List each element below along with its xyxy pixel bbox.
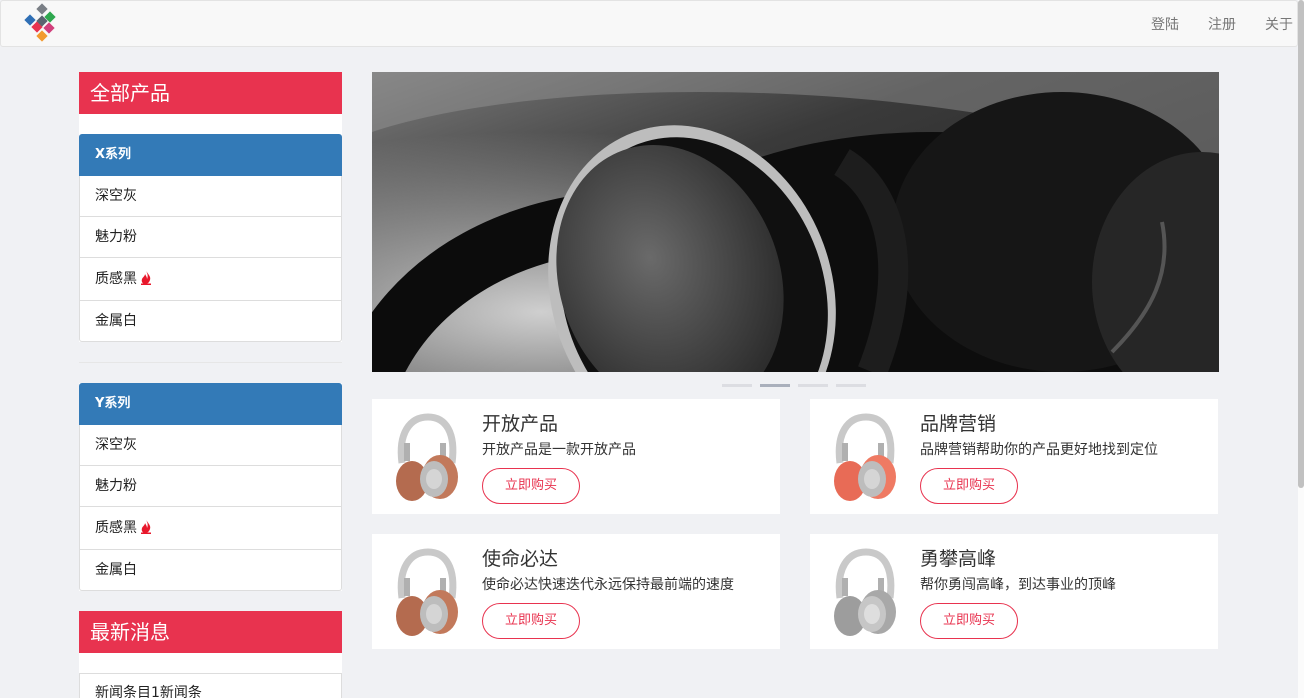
all-products-heading: 全部产品 [79, 72, 342, 114]
product-title: 使命必达 [482, 548, 559, 570]
scrollbar-thumb[interactable] [1298, 0, 1304, 488]
buy-now-button[interactable]: 立即购买 [482, 468, 580, 504]
sidebar-item-x-white[interactable]: 金属白 [79, 301, 342, 342]
headphones-coral-icon [834, 413, 896, 501]
group-divider [79, 342, 342, 383]
sidebar-item-y-gray[interactable]: 深空灰 [79, 425, 342, 466]
group-title-x[interactable]: X系列 [79, 134, 342, 176]
headphones-brown-icon [396, 548, 458, 636]
carousel-indicator[interactable] [722, 384, 752, 387]
register-link[interactable]: 注册 [1208, 14, 1236, 34]
buy-now-button[interactable]: 立即购买 [482, 603, 580, 639]
product-card: 开放产品 开放产品是一款开放产品 立即购买 [372, 399, 780, 514]
sidebar-item-label: 魅力粉 [95, 478, 137, 494]
buy-now-button[interactable]: 立即购买 [920, 468, 1018, 504]
sidebar-spacer [79, 653, 342, 673]
carousel-indicator[interactable] [836, 384, 866, 387]
sidebar-spacer [79, 591, 342, 611]
sidebar-item-y-white[interactable]: 金属白 [79, 550, 342, 591]
product-desc: 品牌营销帮助你的产品更好地找到定位 [920, 442, 1158, 458]
sidebar-item-label: 深空灰 [95, 188, 137, 204]
headphones-photo [372, 72, 1219, 372]
product-title: 勇攀高峰 [920, 548, 997, 570]
sidebar-item-label: 深空灰 [95, 437, 137, 453]
carousel-indicator[interactable] [798, 384, 828, 387]
sidebar-item-x-gray[interactable]: 深空灰 [79, 176, 342, 217]
headphones-gray-icon [834, 548, 896, 636]
product-desc: 帮你勇闯高峰，到达事业的顶峰 [920, 577, 1116, 593]
sidebar-item-x-black[interactable]: 质感黑 [79, 258, 342, 301]
sidebar-item-label: 质感黑 [95, 271, 137, 287]
buy-now-button[interactable]: 立即购买 [920, 603, 1018, 639]
sidebar-item-label: 魅力粉 [95, 229, 137, 245]
product-group-y: Y系列 深空灰 魅力粉 质感黑 金属白 [79, 383, 342, 591]
logo-icon[interactable] [21, 3, 63, 43]
top-navbar: 登陆 注册 关于 [0, 0, 1298, 47]
carousel-banner[interactable] [372, 72, 1219, 372]
sidebar-item-label: 金属白 [95, 562, 137, 578]
sidebar-spacer [79, 114, 342, 134]
product-card: 勇攀高峰 帮你勇闯高峰，到达事业的顶峰 立即购买 [810, 534, 1218, 649]
about-link[interactable]: 关于 [1265, 14, 1293, 34]
sidebar: 全部产品 X系列 深空灰 魅力粉 质感黑 金属白 Y系列 深空灰 魅力粉 质感黑… [79, 72, 342, 698]
carousel-indicator-active[interactable] [760, 384, 790, 387]
news-item[interactable]: 新闻条目1新闻条 [79, 673, 342, 698]
carousel-indicators [722, 384, 874, 387]
headphones-brown-icon [396, 413, 458, 501]
login-link[interactable]: 登陆 [1151, 14, 1179, 34]
product-desc: 开放产品是一款开放产品 [482, 442, 636, 458]
product-card: 使命必达 使命必达快速迭代永远保持最前端的速度 立即购买 [372, 534, 780, 649]
product-title: 品牌营销 [920, 413, 997, 435]
page-scrollbar[interactable] [1298, 0, 1304, 698]
sidebar-item-y-black[interactable]: 质感黑 [79, 507, 342, 550]
hot-fire-icon [141, 520, 151, 534]
sidebar-item-label: 质感黑 [95, 520, 137, 536]
sidebar-item-x-pink[interactable]: 魅力粉 [79, 217, 342, 258]
sidebar-item-label: 金属白 [95, 313, 137, 329]
product-title: 开放产品 [482, 413, 559, 435]
top-nav-links: 登陆 注册 关于 [1122, 1, 1293, 46]
product-desc: 使命必达快速迭代永远保持最前端的速度 [482, 577, 734, 593]
news-heading: 最新消息 [79, 611, 342, 653]
product-card: 品牌营销 品牌营销帮助你的产品更好地找到定位 立即购买 [810, 399, 1218, 514]
hot-fire-icon [141, 271, 151, 285]
group-title-y[interactable]: Y系列 [79, 383, 342, 425]
sidebar-item-y-pink[interactable]: 魅力粉 [79, 466, 342, 507]
product-group-x: X系列 深空灰 魅力粉 质感黑 金属白 [79, 134, 342, 342]
